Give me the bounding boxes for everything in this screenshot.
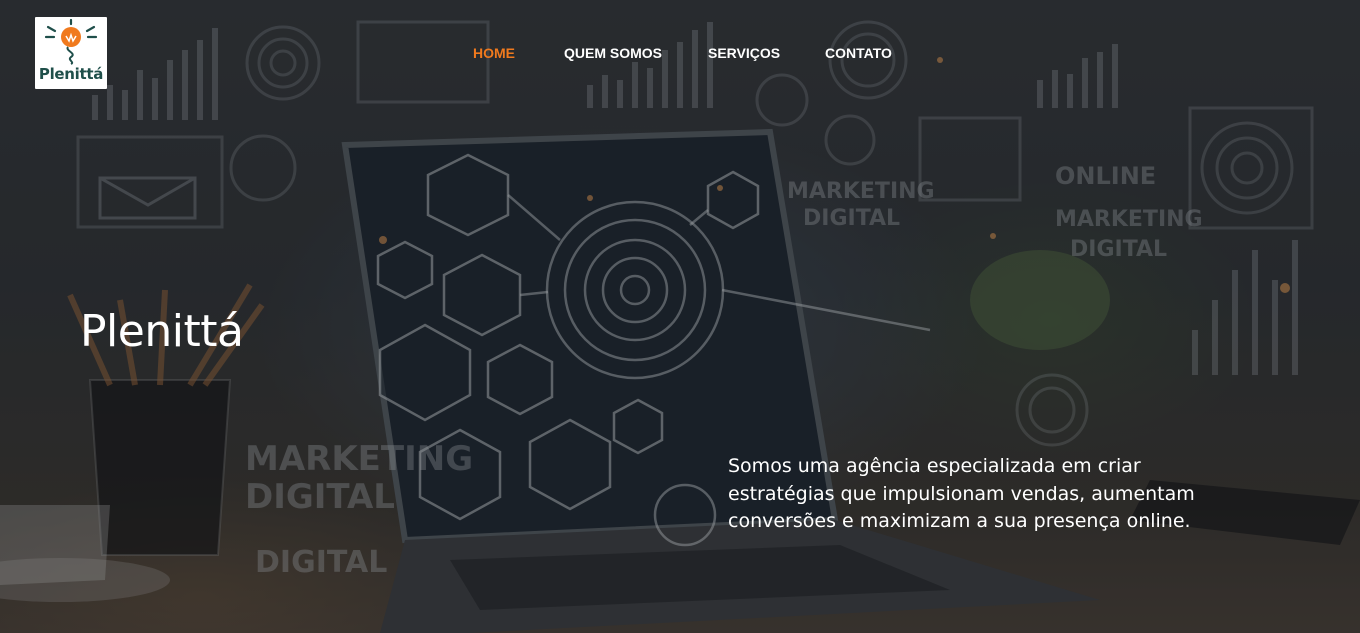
nav-item-home[interactable]: HOME: [473, 45, 515, 61]
nav-item-contato[interactable]: CONTATO: [825, 45, 892, 61]
logo-text: Plenittá: [38, 65, 104, 83]
nav-item-servicos[interactable]: SERVIÇOS: [708, 45, 780, 61]
hero-title: Plenittá: [80, 306, 244, 357]
logo[interactable]: Plenittá: [35, 17, 107, 89]
hero-description: Somos uma agência especializada em criar…: [728, 455, 1195, 532]
hero-section: MARKETING DIGITAL MARKETING DIGITAL MARK…: [0, 0, 1360, 633]
nav-item-quem-somos[interactable]: QUEM SOMOS: [564, 45, 662, 61]
